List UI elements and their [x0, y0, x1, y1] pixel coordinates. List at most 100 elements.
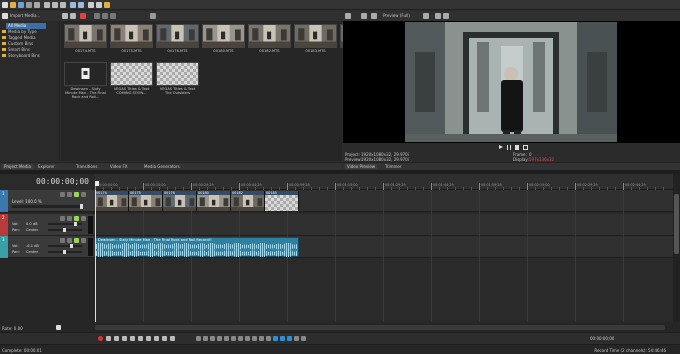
- edit-tool-icon[interactable]: [280, 336, 285, 341]
- fx-icon[interactable]: [74, 192, 79, 197]
- playhead[interactable]: [95, 190, 96, 322]
- pan-slider[interactable]: [48, 228, 82, 232]
- split-screen-icon[interactable]: [371, 13, 377, 19]
- import-media-icon[interactable]: [2, 13, 8, 19]
- volume-slider[interactable]: [48, 222, 82, 226]
- volume-slider[interactable]: [48, 244, 82, 248]
- video-event-strip[interactable]: 00174 00175 00176 00180 00182 00185: [95, 191, 299, 211]
- tab-video-fx[interactable]: Video FX: [110, 164, 128, 169]
- tab-explorer[interactable]: Explorer: [38, 164, 55, 169]
- mute-icon[interactable]: [60, 192, 65, 197]
- undo-icon[interactable]: [70, 2, 76, 8]
- edit-tool-icon[interactable]: [245, 336, 250, 341]
- video-event[interactable]: 00180: [197, 191, 231, 211]
- automation-icon[interactable]: [81, 192, 86, 197]
- pan-slider[interactable]: [48, 250, 82, 254]
- edit-tool-icon[interactable]: [252, 336, 257, 341]
- slider-handle[interactable]: [70, 244, 73, 248]
- paste-icon[interactable]: [60, 2, 66, 8]
- zoom-tool-icon[interactable]: [104, 2, 110, 8]
- edit-tool-icon[interactable]: [196, 336, 201, 341]
- media-item[interactable]: 00174.MTS: [64, 24, 107, 60]
- save-snapshot-icon[interactable]: [443, 13, 449, 19]
- play-icon[interactable]: [499, 145, 503, 149]
- tab-video-preview[interactable]: Video Preview: [345, 164, 378, 169]
- edit-tool-icon[interactable]: [266, 336, 271, 341]
- video-event[interactable]: 00185: [265, 191, 299, 211]
- get-media-icon[interactable]: [70, 13, 76, 19]
- copy-icon[interactable]: [52, 2, 58, 8]
- tree-item[interactable]: Custom Bins: [8, 41, 33, 46]
- preview-quality-dropdown[interactable]: Preview (Full): [383, 13, 410, 18]
- go-to-start-icon[interactable]: [146, 336, 151, 341]
- mute-icon[interactable]: [60, 216, 65, 221]
- tab-project-media[interactable]: Project Media: [2, 164, 33, 169]
- timeline-ruler[interactable]: 00:00:00;00 00:00:15;00 00:00:29;29 00:00:4…: [95, 174, 673, 190]
- automation-icon[interactable]: [81, 238, 86, 243]
- tree-item[interactable]: Storyboard Bins: [8, 53, 40, 58]
- import-media-button[interactable]: Import Media...: [10, 13, 40, 18]
- slider-handle[interactable]: [63, 228, 66, 232]
- tree-item[interactable]: Smart Bins: [8, 47, 30, 52]
- properties-icon[interactable]: [26, 2, 32, 8]
- media-item[interactable]: 00182.MTS: [248, 24, 291, 60]
- auto-preview-icon[interactable]: [110, 13, 116, 19]
- media-item[interactable]: 00180.MTS: [202, 24, 245, 60]
- edit-tool-icon[interactable]: [88, 2, 94, 8]
- timeline-area[interactable]: 00174 00175 00176 00180 00182 00185 Dewinsen -…: [95, 190, 673, 322]
- preview-settings-icon[interactable]: [345, 13, 351, 19]
- playhead-marker[interactable]: [95, 181, 99, 186]
- tab-trimmer[interactable]: Trimmer: [385, 164, 402, 169]
- track-header[interactable]: 1 Level: 100.0 %: [0, 190, 95, 212]
- fx-icon[interactable]: [361, 13, 367, 19]
- go-to-end-icon[interactable]: [170, 336, 175, 341]
- media-item[interactable]: 00183.MTS: [294, 24, 337, 60]
- redo-icon[interactable]: [78, 2, 84, 8]
- copy-snapshot-icon[interactable]: [435, 13, 441, 19]
- render-icon[interactable]: [34, 2, 40, 8]
- track-lane[interactable]: [95, 214, 673, 236]
- edit-tool-icon[interactable]: [231, 336, 236, 341]
- tree-item[interactable]: Media by Type: [8, 29, 37, 34]
- mute-icon[interactable]: [60, 238, 65, 243]
- loop-icon[interactable]: [523, 145, 528, 150]
- cut-icon[interactable]: [44, 2, 50, 8]
- stop-icon[interactable]: [515, 145, 519, 150]
- edit-tool-icon[interactable]: [217, 336, 222, 341]
- edit-tool-icon[interactable]: [224, 336, 229, 341]
- loop-icon[interactable]: [106, 336, 111, 341]
- rate-slider-icon[interactable]: [56, 325, 61, 330]
- edit-tool-icon[interactable]: [203, 336, 208, 341]
- video-event[interactable]: 00176: [163, 191, 197, 211]
- edit-tool-icon[interactable]: [259, 336, 264, 341]
- audio-event[interactable]: Dewinsen - Sixty Minute Man - The Final …: [95, 237, 299, 257]
- save-icon[interactable]: [18, 2, 24, 8]
- views-icon[interactable]: [150, 13, 156, 19]
- open-folder-icon[interactable]: [10, 2, 16, 8]
- edit-tool-icon[interactable]: [301, 336, 306, 341]
- stop-icon[interactable]: [138, 336, 143, 341]
- record-icon[interactable]: [98, 336, 103, 341]
- next-frame-icon[interactable]: [162, 336, 167, 341]
- track-header[interactable]: 2 Vol: 0.0 dB Pan: Center: [0, 214, 95, 236]
- pause-icon[interactable]: [130, 336, 135, 341]
- media-item[interactable]: VEGAS Titles & Text COMING SOON...: [110, 62, 153, 98]
- scroll-thumb[interactable]: [95, 325, 665, 330]
- vertical-scrollbar[interactable]: [673, 174, 680, 322]
- video-event[interactable]: 00182: [231, 191, 265, 211]
- solo-icon[interactable]: [67, 216, 72, 221]
- scroll-thumb[interactable]: [674, 194, 679, 254]
- tab-transitions[interactable]: Transitions: [76, 164, 97, 169]
- edit-tool-icon[interactable]: [287, 336, 292, 341]
- fx-icon[interactable]: [74, 216, 79, 221]
- stop-icon[interactable]: [102, 13, 108, 19]
- video-event[interactable]: 00174: [95, 191, 129, 211]
- play-icon[interactable]: [94, 13, 100, 19]
- slider-handle[interactable]: [63, 250, 66, 254]
- new-file-icon[interactable]: [2, 2, 8, 8]
- media-item[interactable]: 00176.MTS: [156, 24, 199, 60]
- fx-icon[interactable]: [74, 238, 79, 243]
- track-header[interactable]: 3 Vol: -6.1 dB Pan: Center: [0, 236, 95, 258]
- envelope-tool-icon[interactable]: [96, 2, 102, 8]
- play-from-start-icon[interactable]: [114, 336, 119, 341]
